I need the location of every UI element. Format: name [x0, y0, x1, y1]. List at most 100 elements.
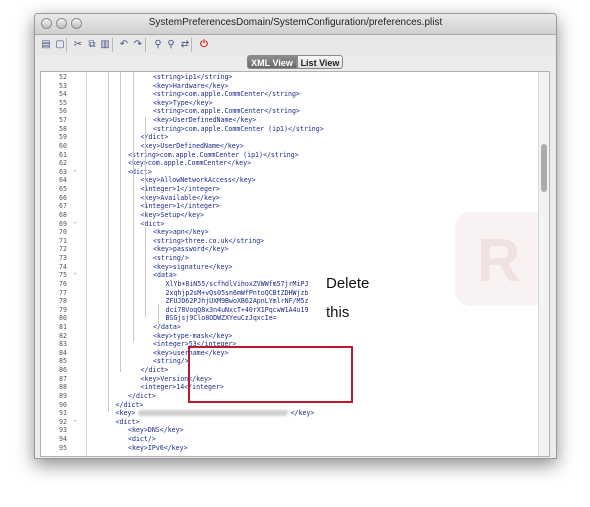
find-icon[interactable]: ⚲ — [151, 38, 165, 52]
scrollbar-thumb[interactable] — [541, 144, 547, 192]
code-line[interactable]: </dict> — [128, 392, 156, 400]
title-bar[interactable]: SystemPreferencesDomain/SystemConfigurat… — [35, 14, 556, 35]
code-line[interactable]: <string/> — [153, 254, 189, 262]
line-number: 91 — [59, 409, 67, 418]
vertical-scrollbar[interactable] — [538, 72, 549, 456]
line-number: 63 — [59, 167, 67, 176]
line-number: 95 — [59, 443, 67, 452]
line-number: 72 — [59, 245, 67, 254]
code-line[interactable]: <dict> — [116, 418, 140, 426]
line-number: 65 — [59, 185, 67, 194]
plist-editor-window: SystemPreferencesDomain/SystemConfigurat… — [34, 13, 557, 459]
code-line[interactable]: <key>DNS</key> — [128, 426, 184, 434]
indent-guide — [107, 72, 109, 412]
indent-guide — [120, 72, 121, 372]
line-number: 68 — [59, 210, 67, 219]
line-number: 56 — [59, 107, 67, 116]
code-line[interactable]: <key>IPv6</key> — [128, 444, 188, 452]
code-line[interactable]: <key>UserDefinedName</key> — [141, 142, 244, 150]
window-title: SystemPreferencesDomain/SystemConfigurat… — [148, 17, 443, 28]
code-line[interactable]: <string/> — [153, 357, 189, 365]
indent-guide — [132, 72, 134, 342]
code-line[interactable]: <data> — [153, 271, 177, 279]
code-line[interactable]: <dict/> — [128, 435, 156, 443]
code-line[interactable]: <key>apn</key> — [153, 228, 209, 236]
fold-toggle-icon[interactable]: - — [73, 417, 77, 425]
code-line[interactable]: <key>Type</key> — [153, 99, 213, 107]
code-line[interactable]: <key>type-mask</key> — [153, 332, 232, 340]
redo-icon[interactable]: ↷ — [131, 38, 145, 52]
tab-xml-view[interactable]: XML View — [247, 55, 297, 69]
line-number: 87 — [59, 374, 67, 383]
fold-toggle-icon[interactable]: - — [73, 270, 77, 278]
fold-toggle-icon[interactable]: - — [73, 219, 77, 227]
save-icon[interactable]: ▤ — [39, 38, 53, 52]
code-editor[interactable]: 52 53 54 55 56 57 58 59 60 61 62 63-64 65 66 67 68 69-70… — [40, 71, 550, 457]
code-line[interactable]: <string>ip1</string> — [153, 73, 232, 81]
code-line[interactable]: <key>Available</key> — [141, 194, 220, 202]
code-line[interactable]: 2xqhjp2sM+vQs05sn6mWfPntoQCBtZDHWjzb — [166, 289, 309, 297]
line-number: 71 — [59, 236, 67, 245]
line-number: 59 — [59, 133, 67, 142]
code-line[interactable]: <string>com.apple.CommCenter (ip1)</stri… — [153, 125, 324, 133]
code-line[interactable]: <integer>1</integer> — [141, 202, 220, 210]
code-line[interactable]: <key>UserDefinedName</key> — [153, 116, 256, 124]
code-line[interactable]: <key> — [116, 409, 136, 417]
code-line[interactable]: BSGjsj9Clo8ODWZXYeuCzJqxcIe= — [166, 314, 277, 322]
tab-list-view[interactable]: List View — [297, 55, 343, 69]
line-number: 82 — [59, 331, 67, 340]
annotation-delete: Delete — [326, 275, 370, 292]
toolbar-separator — [112, 38, 113, 52]
code-line[interactable]: <string>com.apple.CommCenter (ip1)</stri… — [128, 151, 299, 159]
code-line[interactable]: XlYb+8iN55/scfhdlVihoxZVWWfm57jrMiPJ — [166, 280, 309, 288]
line-number: 53 — [59, 81, 67, 90]
code-line[interactable]: </data> — [153, 323, 181, 331]
code-line[interactable]: </dict> — [116, 401, 144, 409]
line-number: 69 — [59, 219, 67, 228]
replace-icon[interactable]: ⇄ — [178, 38, 192, 52]
fold-toggle-icon[interactable]: - — [73, 167, 77, 175]
cut-icon[interactable]: ✂ — [71, 38, 85, 52]
line-number: 90 — [59, 400, 67, 409]
find-next-icon[interactable]: ⚲ — [164, 38, 178, 52]
line-number: 81 — [59, 322, 67, 331]
code-line[interactable]: <string>com.apple.CommCenter</string> — [153, 90, 300, 98]
line-number: 94 — [59, 435, 67, 444]
line-number: 89 — [59, 391, 67, 400]
view-switcher: XML View List View — [35, 55, 556, 71]
undo-icon[interactable]: ↶ — [117, 38, 131, 52]
code-line[interactable]: dci78VoqQ8x3n4uNxcT+40rX1PqcwW1A4u19 — [166, 306, 309, 314]
code-line[interactable]: </dict> — [141, 366, 169, 374]
stop-icon[interactable]: ⏻ — [197, 38, 211, 52]
line-number: 75 — [59, 271, 67, 280]
indent-guide — [157, 304, 159, 324]
new-document-icon[interactable]: ▢ — [53, 38, 67, 52]
line-number: 86 — [59, 366, 67, 375]
toolbar-separator — [145, 38, 146, 52]
code-line[interactable]: <key>Hardware</key> — [153, 82, 228, 90]
line-number: 52 — [59, 73, 67, 81]
paste-icon[interactable]: ▥ — [98, 38, 112, 52]
annotation-this: this — [326, 304, 350, 321]
code-line[interactable]: ZFUJD62PJhjUXM9BwoXB62ApnLYmlrNF/M5z — [166, 297, 309, 305]
code-line[interactable]: <key>Setup</key> — [141, 211, 205, 219]
line-number: 57 — [59, 116, 67, 125]
line-number: 83 — [59, 340, 67, 349]
line-number: 80 — [59, 314, 67, 323]
line-number: 58 — [59, 124, 67, 133]
code-line[interactable]: <key>signature</key> — [153, 263, 232, 271]
line-number: 73 — [59, 254, 67, 263]
line-number: 66 — [59, 193, 67, 202]
code-line[interactable]: <integer>1</integer> — [141, 185, 220, 193]
code-line[interactable]: <string>three.co.uk</string> — [153, 237, 264, 245]
copy-icon[interactable]: ⧉ — [85, 38, 99, 52]
line-number: 67 — [59, 202, 67, 211]
line-number: 79 — [59, 305, 67, 314]
code-line[interactable]: <string>com.apple.CommCenter</string> — [153, 107, 300, 115]
line-number-gutter: 52 53 54 55 56 57 58 59 60 61 62 63-64 65 66 67 68 69-70… — [41, 72, 87, 456]
code-line[interactable]: <key>com.apple.CommCenter</key> — [128, 159, 251, 167]
code-line[interactable]: <key>password</key> — [153, 245, 228, 253]
line-number: 60 — [59, 141, 67, 150]
line-number: 84 — [59, 348, 67, 357]
code-line[interactable]: <key>AllowNetworkAccess</key> — [141, 176, 256, 184]
